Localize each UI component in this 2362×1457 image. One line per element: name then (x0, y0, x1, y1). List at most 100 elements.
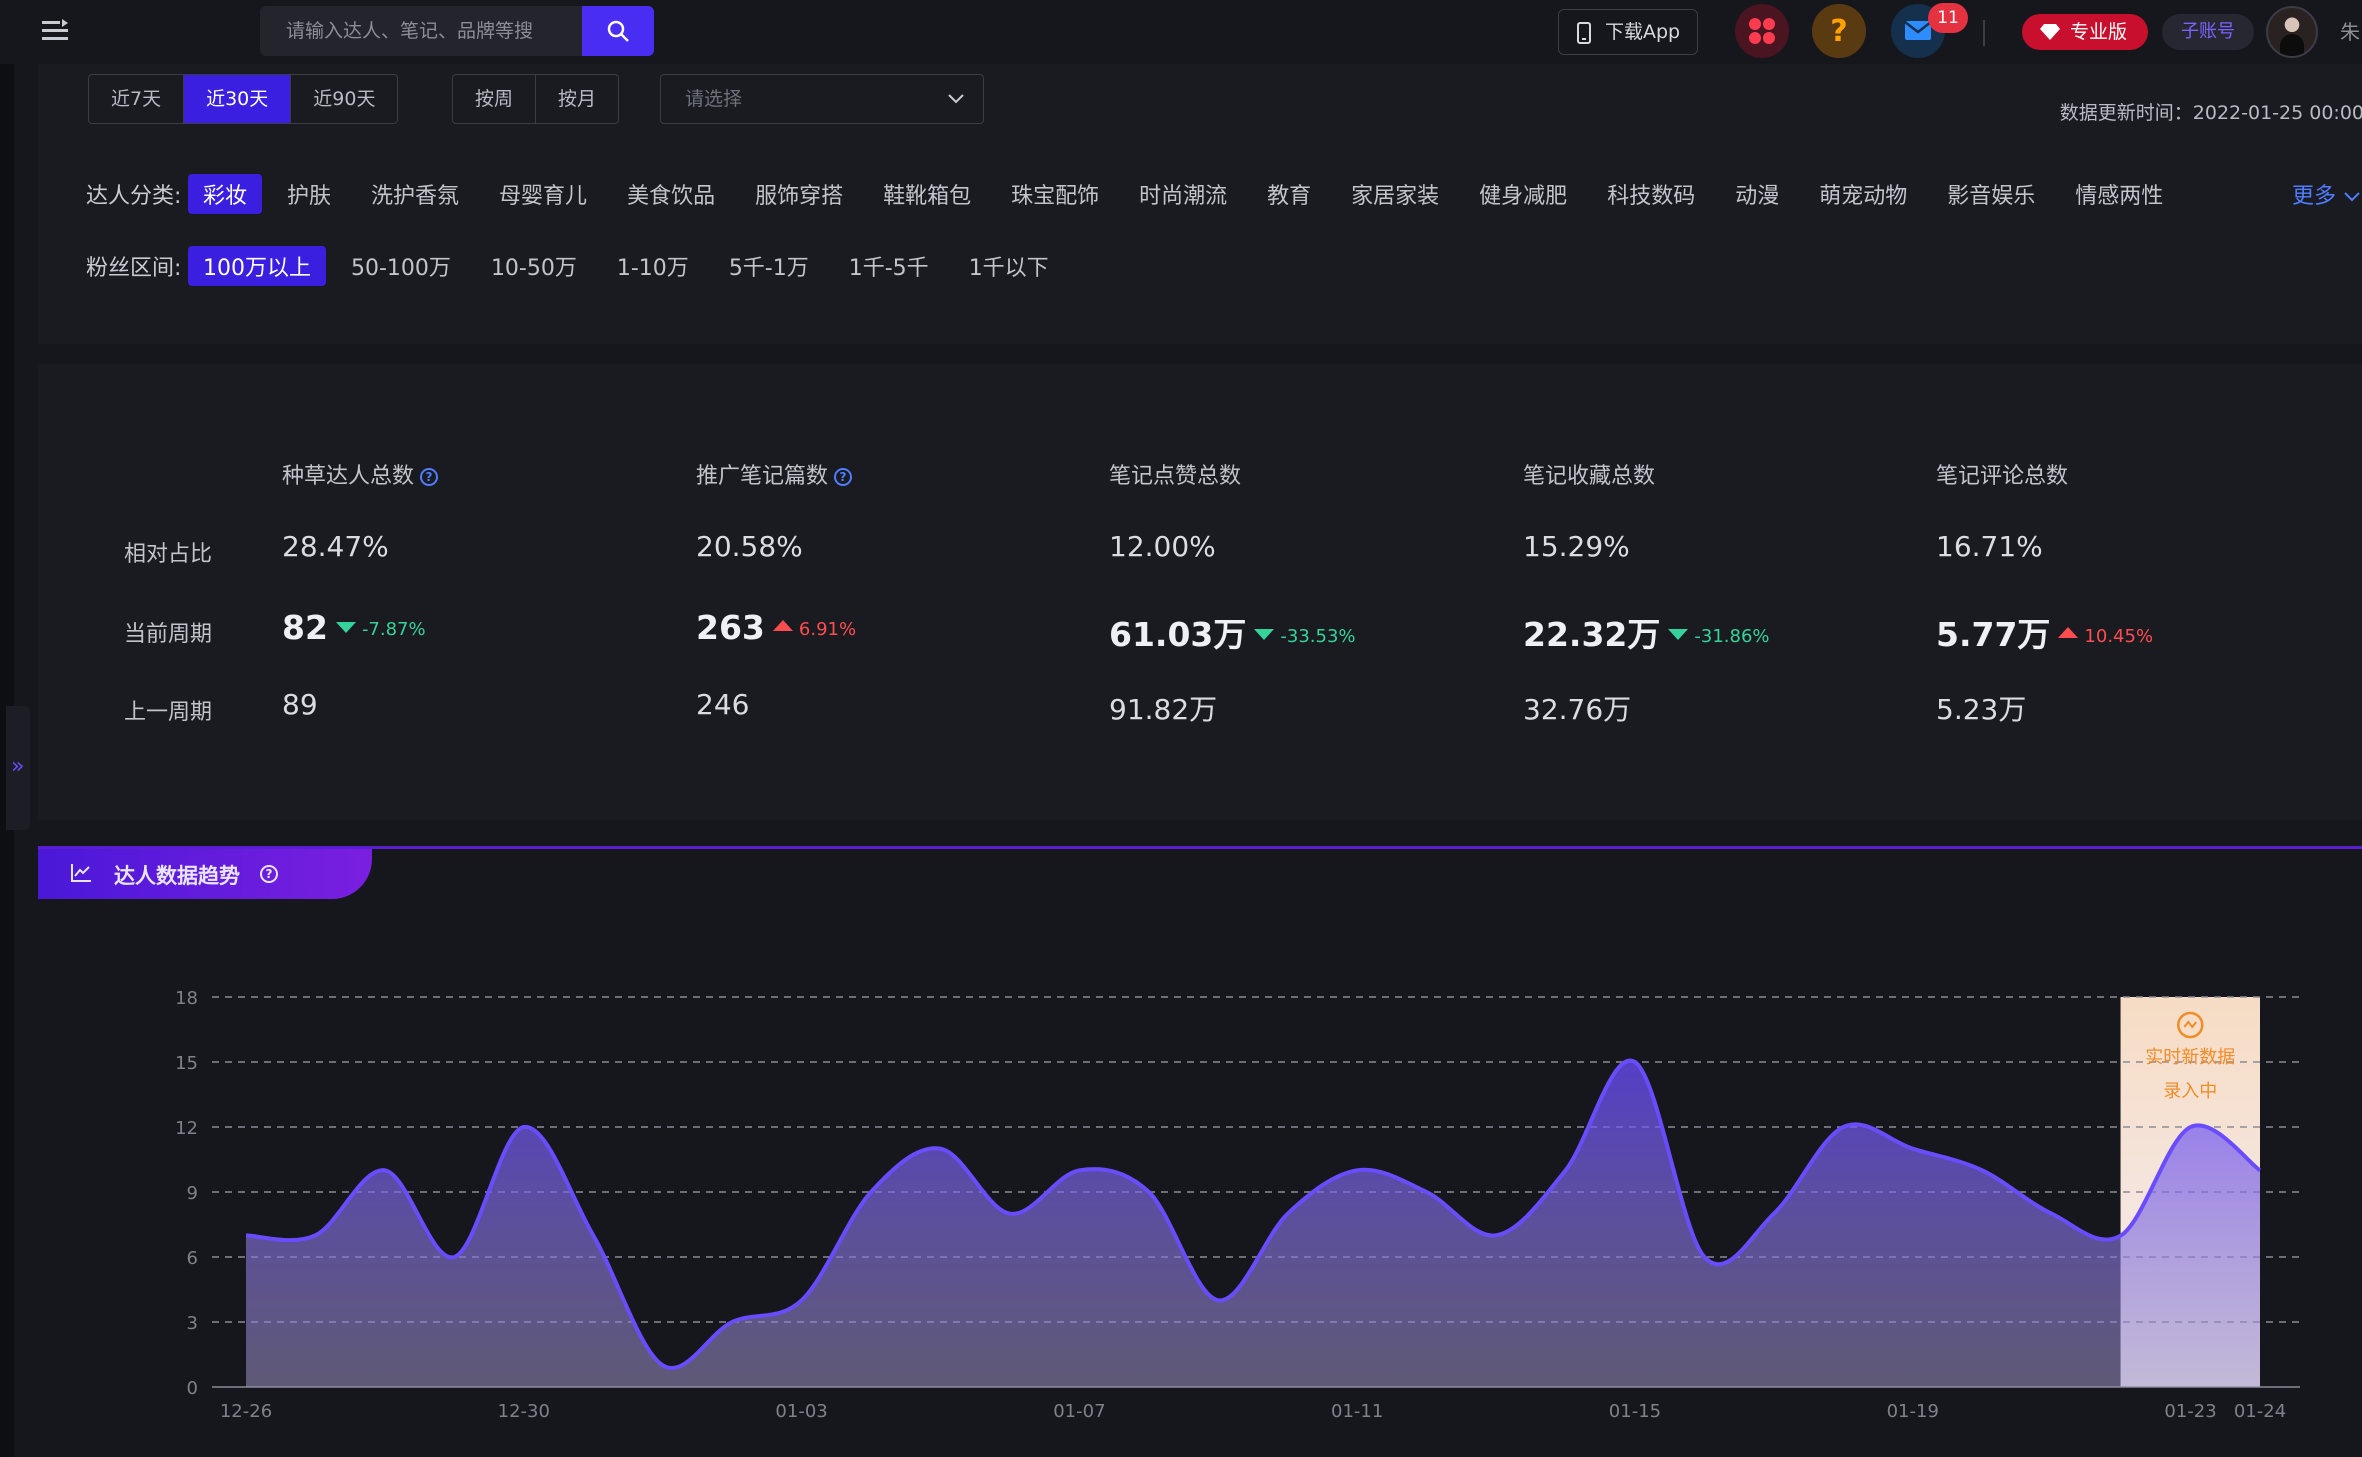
category-chip[interactable]: 护肤 (272, 174, 346, 214)
trend-tab[interactable]: 达人数据趋势 ? (38, 849, 372, 899)
fans-chip[interactable]: 100万以上 (188, 246, 326, 286)
data-point (2189, 1125, 2193, 1129)
stat-ratio: 16.71% (1936, 530, 2043, 563)
trend-down-icon (335, 622, 356, 633)
stat-current-value: 5.77万 (1936, 615, 2051, 654)
y-tick-label: 15 (175, 1053, 198, 1074)
fans-chip[interactable]: 10-50万 (476, 246, 592, 286)
svg-text:?: ? (1830, 14, 1847, 49)
stat-previous: 91.82万 (1109, 693, 1218, 726)
x-tick-label: 01-07 (1053, 1401, 1105, 1422)
filter-panel: 近7天 近30天 近90天 按周 按月 请选择 数据更新时间：2022-01-2… (38, 64, 2362, 344)
chevron-down-icon (2344, 192, 2360, 202)
fans-chip[interactable]: 50-100万 (336, 246, 466, 286)
phone-icon (1577, 22, 1591, 44)
category-chip[interactable]: 动漫 (1720, 174, 1794, 214)
stat-title: 种草达人总数 (282, 464, 415, 489)
menu-fold-icon[interactable] (40, 16, 70, 46)
stat-change: 6.91% (798, 619, 857, 640)
stat-change: -7.87% (361, 619, 426, 640)
sub-account-button[interactable]: 子账号 (2162, 14, 2254, 50)
y-tick-label: 6 (187, 1248, 198, 1269)
y-tick-label: 12 (175, 1118, 198, 1139)
question-icon[interactable]: ? (420, 468, 439, 486)
category-chip[interactable]: 萌宠动物 (1804, 174, 1922, 214)
data-point (452, 1255, 456, 1259)
data-point (244, 1233, 248, 1237)
top-header: 下载App ? 11 专业版 子账号 朱 (0, 0, 2362, 64)
search-button[interactable] (582, 6, 654, 56)
search-box (260, 6, 654, 56)
stat-header: 推广笔记篇数? (696, 458, 853, 490)
granularity-toggle: 按周 按月 (452, 74, 620, 124)
data-point (2258, 1168, 2262, 1172)
category-chip[interactable]: 时尚潮流 (1124, 174, 1242, 214)
header-divider (1983, 20, 1985, 46)
stat-current-value: 61.03万 (1109, 615, 1247, 654)
stat-current: 5.77万 10.45% (1936, 608, 2153, 656)
help-icon[interactable]: ? (1812, 4, 1866, 58)
more-categories-link[interactable]: 更多 (2292, 178, 2361, 210)
fans-chip[interactable]: 1-10万 (602, 246, 704, 286)
x-tick-label: 01-23 (2164, 1401, 2216, 1422)
stat-change: 10.45% (2084, 626, 2154, 647)
expand-sidebar-button[interactable]: » (6, 706, 30, 830)
double-chevron-right-icon: » (11, 754, 25, 779)
category-chip[interactable]: 影音娱乐 (1932, 174, 2050, 214)
trend-title: 达人数据趋势 (114, 864, 240, 888)
search-input[interactable] (260, 6, 582, 56)
stat-header: 笔记收藏总数 (1523, 458, 1655, 490)
question-icon[interactable]: ? (834, 468, 853, 486)
category-chip[interactable]: 洗护香氛 (356, 174, 474, 214)
data-point (661, 1363, 665, 1367)
category-chip[interactable]: 鞋靴箱包 (868, 174, 986, 214)
period-7d[interactable]: 近7天 (89, 75, 185, 123)
data-point (591, 1233, 595, 1237)
apps-grid-icon[interactable] (1735, 4, 1789, 58)
data-point (313, 1233, 317, 1237)
fans-label: 粉丝区间: (86, 256, 182, 281)
search-icon (607, 20, 629, 42)
category-chip[interactable]: 母婴育儿 (484, 174, 602, 214)
category-chip[interactable]: 彩妆 (188, 174, 263, 214)
x-tick-label: 01-24 (2234, 1401, 2286, 1422)
period-select[interactable]: 请选择 (660, 74, 984, 124)
category-chip[interactable]: 家居家装 (1336, 174, 1454, 214)
pro-version-badge[interactable]: 专业版 (2022, 14, 2148, 50)
data-point (869, 1190, 873, 1194)
fans-range-chips: 100万以上 50-100万 10-50万 1-10万 5千-1万 1千-5千 … (188, 246, 1074, 286)
question-icon[interactable]: ? (260, 865, 278, 883)
category-chip[interactable]: 服饰穿搭 (740, 174, 858, 214)
category-chip[interactable]: 美食饮品 (612, 174, 730, 214)
data-point (1425, 1190, 1429, 1194)
data-point (1841, 1125, 1845, 1129)
category-chip[interactable]: 健身减肥 (1464, 174, 1582, 214)
stat-current-value: 263 (696, 608, 765, 647)
by-month-option[interactable]: 按月 (536, 75, 618, 123)
by-week-option[interactable]: 按周 (453, 75, 537, 123)
page: » 下载App ? 11 (0, 0, 2362, 1457)
stat-title: 笔记收藏总数 (1523, 464, 1656, 489)
stat-previous: 246 (696, 688, 750, 721)
category-chip[interactable]: 科技数码 (1592, 174, 1710, 214)
data-point (1286, 1212, 1290, 1216)
data-point (1911, 1147, 1915, 1151)
username[interactable]: 朱 (2340, 16, 2360, 45)
row-label-current: 当前周期 (124, 622, 213, 647)
category-chip[interactable]: 珠宝配饰 (996, 174, 1114, 214)
y-tick-label: 0 (187, 1378, 198, 1399)
period-30d[interactable]: 近30天 (184, 75, 292, 123)
fans-chip[interactable]: 1千-5千 (834, 246, 944, 286)
period-90d[interactable]: 近90天 (291, 75, 397, 123)
stat-current-value: 22.32万 (1523, 615, 1661, 654)
category-chip[interactable]: 情感两性 (2060, 174, 2178, 214)
fans-chip[interactable]: 5千-1万 (714, 246, 824, 286)
download-app-button[interactable]: 下载App (1558, 9, 1698, 55)
category-chip[interactable]: 教育 (1252, 174, 1326, 214)
period-toggle: 近7天 近30天 近90天 (88, 74, 399, 124)
data-point (522, 1125, 526, 1129)
mail-unread-badge: 11 (1928, 3, 1968, 33)
fans-chip[interactable]: 1千以下 (954, 246, 1064, 286)
avatar[interactable] (2266, 6, 2318, 58)
stat-title: 笔记点赞总数 (1109, 464, 1242, 489)
